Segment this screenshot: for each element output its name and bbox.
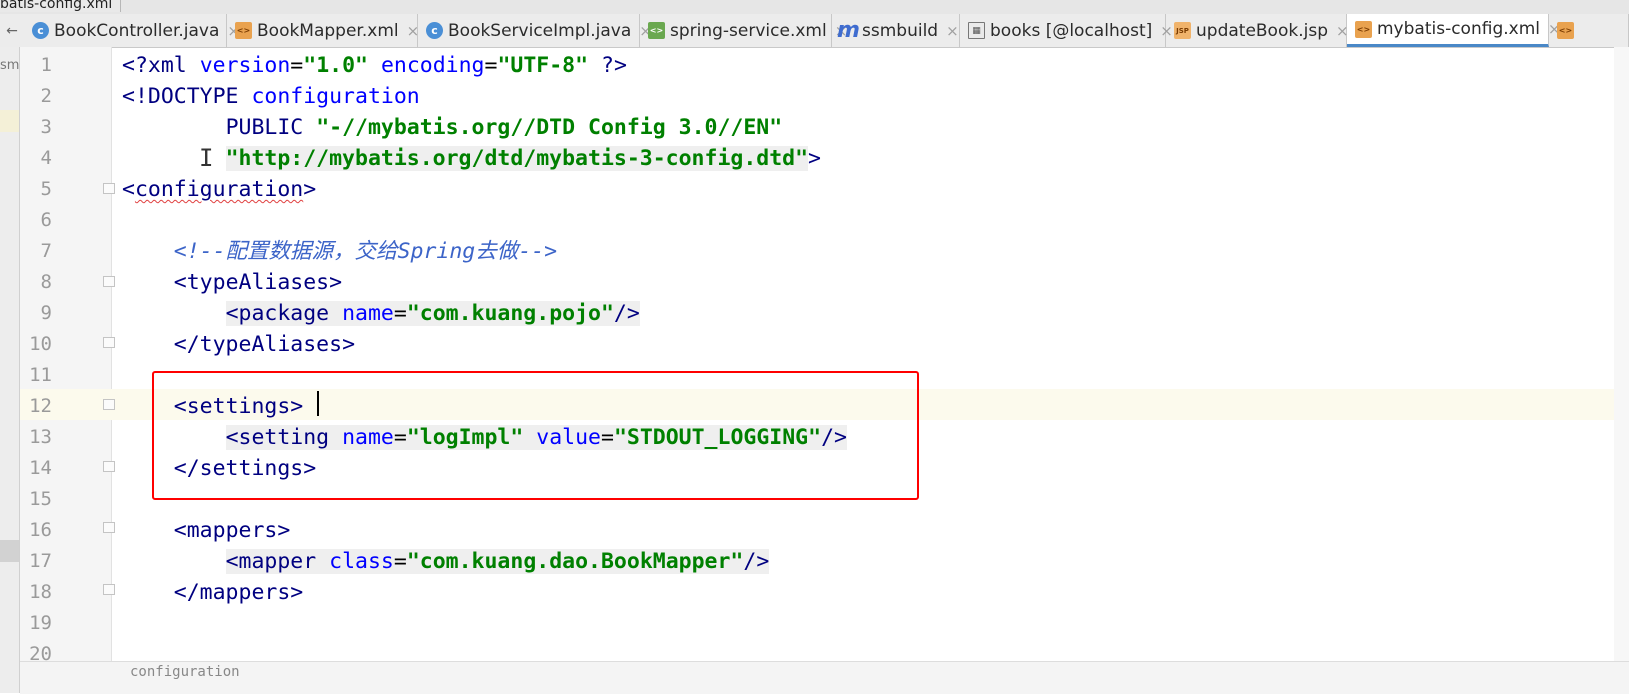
attr-name: name — [342, 301, 394, 326]
tag-typealiases-open: typeAliases — [186, 270, 330, 295]
line-number: 10 — [29, 333, 52, 355]
line-number: 2 — [40, 85, 52, 107]
tab-ssmbuild[interactable]: m ssmbuild × — [832, 14, 960, 47]
attr-value: "1.0" — [303, 53, 368, 78]
line-number: 8 — [40, 271, 52, 293]
tab-label: BookServiceImpl.java — [448, 20, 632, 41]
breadcrumb[interactable]: batis-config.xml — [0, 0, 122, 12]
tab-label: ssmbuild — [862, 20, 939, 41]
breadcrumb-bar — [20, 661, 1629, 694]
tag-configuration: configuration — [134, 177, 304, 202]
settings-highlight-box — [152, 371, 919, 500]
code-line-7: <!--配置数据源，交给Spring去做--> — [122, 236, 557, 267]
line-number: 18 — [29, 581, 52, 603]
tab-label: BookMapper.xml — [257, 20, 399, 41]
line-number: 5 — [40, 178, 52, 200]
xml-file-icon: <> — [1355, 20, 1372, 38]
left-marker — [0, 110, 19, 132]
tab-spring-service[interactable]: <> spring-service.xml × — [640, 14, 847, 47]
line-number: 1 — [40, 54, 52, 76]
text-cursor-icon: I — [199, 144, 214, 172]
doctype-public: PUBLIC — [225, 115, 304, 140]
tag-package: package — [238, 301, 330, 326]
code-line-1: <?xml version="1.0" encoding="UTF-8" ?> — [122, 53, 627, 78]
tab-bookcontroller[interactable]: c BookController.java × — [24, 14, 240, 47]
java-class-icon: c — [32, 22, 49, 39]
attr-name: version — [199, 53, 291, 78]
editor-tab-bar: ← c BookController.java × <> BookMapper.… — [0, 14, 1629, 48]
tab-bookserviceimpl[interactable]: c BookServiceImpl.java × — [418, 14, 652, 47]
project-tool-strip[interactable] — [0, 47, 20, 693]
code-editor[interactable]: <?xml version="1.0" encoding="UTF-8" ?> … — [112, 50, 1629, 661]
xml-file-icon: <> — [1557, 22, 1574, 39]
close-icon[interactable]: × — [946, 22, 959, 40]
tag-typealiases-close: typeAliases — [199, 332, 343, 357]
line-number: 14 — [29, 457, 52, 479]
line-number: 11 — [29, 364, 52, 386]
tab-label: mybatis-config.xml — [1377, 19, 1540, 39]
line-number: 17 — [29, 550, 52, 572]
attr-value: "com.kuang.pojo" — [406, 301, 614, 326]
code-line-17: <mapper class="com.kuang.dao.BookMapper"… — [225, 549, 770, 574]
line-number: 16 — [29, 519, 52, 541]
xml-comment: <!--配置数据源，交给Spring去做--> — [173, 239, 558, 264]
tab-label: books [@localhost] — [990, 20, 1153, 41]
tag-mappers-close: mappers — [199, 580, 291, 605]
line-number: 4 — [40, 147, 52, 169]
code-line-3: PUBLIC "-//mybatis.org//DTD Config 3.0//… — [122, 112, 783, 143]
code-line-18: </mappers> — [173, 580, 304, 605]
doctype-keyword: <!DOCTYPE — [122, 84, 239, 109]
line-number: 15 — [29, 488, 52, 510]
project-tool-label: sm — [0, 58, 20, 73]
line-number: 3 — [40, 116, 52, 138]
code-line-10: </typeAliases> — [173, 332, 356, 357]
doctype-close: > — [808, 146, 821, 171]
attr-name: class — [329, 549, 394, 574]
line-number: 13 — [29, 426, 52, 448]
tab-scroll-left-icon[interactable]: ← — [0, 14, 24, 47]
tab-label: BookController.java — [54, 20, 220, 41]
code-line-4: "http://mybatis.org/dtd/mybatis-3-config… — [122, 143, 821, 174]
xml-file-icon: <> — [235, 22, 252, 39]
maven-module-icon: m — [837, 18, 860, 43]
tab-label: spring-service.xml — [670, 20, 827, 41]
attr-value: "UTF-8" — [497, 53, 589, 78]
left-marker — [0, 540, 19, 562]
tab-updatebook[interactable]: JSP updateBook.jsp × — [1166, 14, 1349, 47]
attr-name: encoding — [380, 53, 485, 78]
tag-mapper: mapper — [238, 549, 317, 574]
line-number: 19 — [29, 612, 52, 634]
attr-value: "com.kuang.dao.BookMapper" — [406, 549, 744, 574]
tab-overflow[interactable]: <> — [1549, 14, 1629, 47]
doctype-public-id: "-//mybatis.org//DTD Config 3.0//EN" — [316, 115, 783, 140]
code-line-2: <!DOCTYPE configuration — [122, 81, 420, 112]
line-number: 7 — [40, 240, 52, 262]
jsp-file-icon: JSP — [1174, 22, 1191, 39]
line-number: 9 — [40, 302, 52, 324]
code-line-8: <typeAliases> — [173, 270, 343, 295]
tag-mappers-open: mappers — [186, 518, 278, 543]
xml-pi-close: ?> — [601, 53, 627, 78]
code-line-5: <configuration> — [122, 177, 317, 202]
xml-pi-open: <? — [122, 53, 148, 78]
tab-mybatis-config[interactable]: <> mybatis-config.xml × — [1347, 14, 1561, 47]
doctype-system-id: "http://mybatis.org/dtd/mybatis-3-config… — [225, 146, 809, 171]
top-strip — [0, 0, 1629, 14]
code-line-9: <package name="com.kuang.pojo"/> — [225, 301, 640, 326]
spring-xml-icon: <> — [648, 22, 665, 39]
vertical-scrollbar[interactable] — [1614, 47, 1629, 661]
line-number: 12 — [29, 395, 52, 417]
doctype-name: configuration — [251, 84, 420, 109]
database-table-icon: ▦ — [968, 22, 985, 39]
tab-books-localhost[interactable]: ▦ books [@localhost] × — [960, 14, 1173, 47]
xml-pi-name: xml — [147, 53, 187, 78]
code-line-16: <mappers> — [173, 518, 291, 543]
structure-breadcrumb[interactable]: configuration — [130, 664, 240, 680]
tab-bookmapper[interactable]: <> BookMapper.xml × — [227, 14, 419, 47]
tab-label: updateBook.jsp — [1196, 20, 1328, 41]
java-class-icon: c — [426, 22, 443, 39]
line-number: 6 — [40, 209, 52, 231]
